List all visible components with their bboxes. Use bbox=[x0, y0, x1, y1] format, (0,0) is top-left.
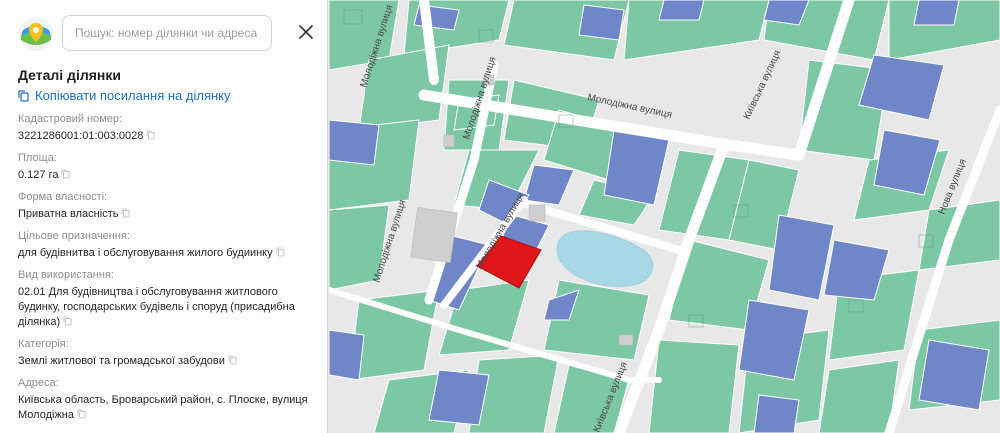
parcel[interactable] bbox=[818, 359, 900, 433]
field-label: Площа: bbox=[18, 152, 57, 164]
field-value: Приватна власність bbox=[18, 208, 119, 220]
copy-value-icon[interactable] bbox=[228, 355, 237, 365]
field-value: Землі житлової та громадської забудови bbox=[18, 355, 225, 367]
panel-header bbox=[0, 0, 327, 64]
building bbox=[443, 134, 455, 148]
copy-value-icon[interactable] bbox=[61, 169, 70, 179]
copy-link-button[interactable]: Копіювати посилання на ділянку bbox=[18, 87, 318, 105]
parcel-details: Деталі ділянки Копіювати посилання на ді… bbox=[18, 66, 318, 423]
field-value-row: 3221286001:01:003:0028 bbox=[18, 129, 318, 144]
field-value-row: Київська область, Броварський район, с. … bbox=[18, 393, 318, 423]
field-label: Категорія: bbox=[18, 338, 69, 350]
copy-value-icon[interactable] bbox=[77, 409, 86, 419]
field-purpose: Цільове призначення: для будівнитва і об… bbox=[18, 229, 318, 261]
field-label: Цільове призначення: bbox=[18, 230, 130, 242]
field-label: Адреса: bbox=[18, 377, 59, 389]
field-value-row: для будівнитва і обслуговування жилого б… bbox=[18, 246, 318, 261]
parcel[interactable] bbox=[753, 394, 800, 433]
building bbox=[528, 204, 546, 222]
close-button[interactable] bbox=[293, 19, 319, 45]
field-value-row: Приватна власність bbox=[18, 207, 318, 222]
copy-value-icon[interactable] bbox=[63, 316, 72, 326]
close-icon bbox=[299, 25, 313, 39]
field-value: для будівнитва і обслуговування жилого б… bbox=[18, 247, 273, 259]
field-value: 3221286001:01:003:0028 bbox=[18, 130, 144, 142]
parcel[interactable] bbox=[578, 4, 625, 41]
field-cadastral-number: Кадастровий номер: 3221286001:01:003:002… bbox=[18, 112, 318, 144]
parcel[interactable] bbox=[329, 329, 365, 381]
field-value: 02.01 Для будівництва і обслуговування ж… bbox=[18, 286, 295, 328]
copy-value-icon[interactable] bbox=[276, 247, 285, 257]
building bbox=[410, 207, 458, 263]
copy-link-label: Копіювати посилання на ділянку bbox=[35, 88, 231, 103]
field-label: Форма власності: bbox=[18, 191, 108, 203]
panel-title: Деталі ділянки bbox=[18, 67, 121, 83]
field-category: Категорія: Землі житлової та громадської… bbox=[18, 337, 318, 369]
copy-value-icon[interactable] bbox=[146, 130, 155, 140]
field-ownership: Форма власності: Приватна власність bbox=[18, 190, 318, 222]
parcel[interactable] bbox=[658, 0, 705, 21]
details-panel: Деталі ділянки Копіювати посилання на ді… bbox=[0, 0, 328, 433]
field-usage-type: Вид використання: 02.01 Для будівництва … bbox=[18, 268, 318, 330]
parcel[interactable] bbox=[913, 0, 960, 26]
parcel[interactable] bbox=[428, 369, 490, 426]
field-value: 0.127 га bbox=[18, 169, 59, 181]
field-label: Вид використання: bbox=[18, 269, 114, 281]
field-value-row: 0.127 га bbox=[18, 168, 318, 183]
field-value: Київська область, Броварський район, с. … bbox=[18, 394, 308, 421]
field-value-row: Землі житлової та громадської забудови bbox=[18, 354, 318, 369]
app-logo-icon[interactable] bbox=[18, 16, 54, 52]
cadastral-map[interactable]: Молодіжна вулиця Молодіжна вулиця Молоді… bbox=[329, 0, 1000, 433]
parcel[interactable] bbox=[329, 119, 380, 166]
search-input[interactable] bbox=[62, 15, 272, 51]
field-label: Кадастровий номер: bbox=[18, 113, 123, 125]
field-address: Адреса: Київська область, Броварський ра… bbox=[18, 376, 318, 423]
map-canvas[interactable]: Молодіжна вулиця Молодіжна вулиця Молоді… bbox=[329, 0, 1000, 433]
field-value-row: 02.01 Для будівництва і обслуговування ж… bbox=[18, 285, 318, 330]
building bbox=[618, 334, 634, 346]
parcel[interactable] bbox=[918, 339, 990, 411]
copy-value-icon[interactable] bbox=[121, 208, 130, 218]
parcel[interactable] bbox=[648, 339, 740, 433]
field-area: Площа: 0.127 га bbox=[18, 151, 318, 183]
copy-icon bbox=[18, 90, 29, 102]
